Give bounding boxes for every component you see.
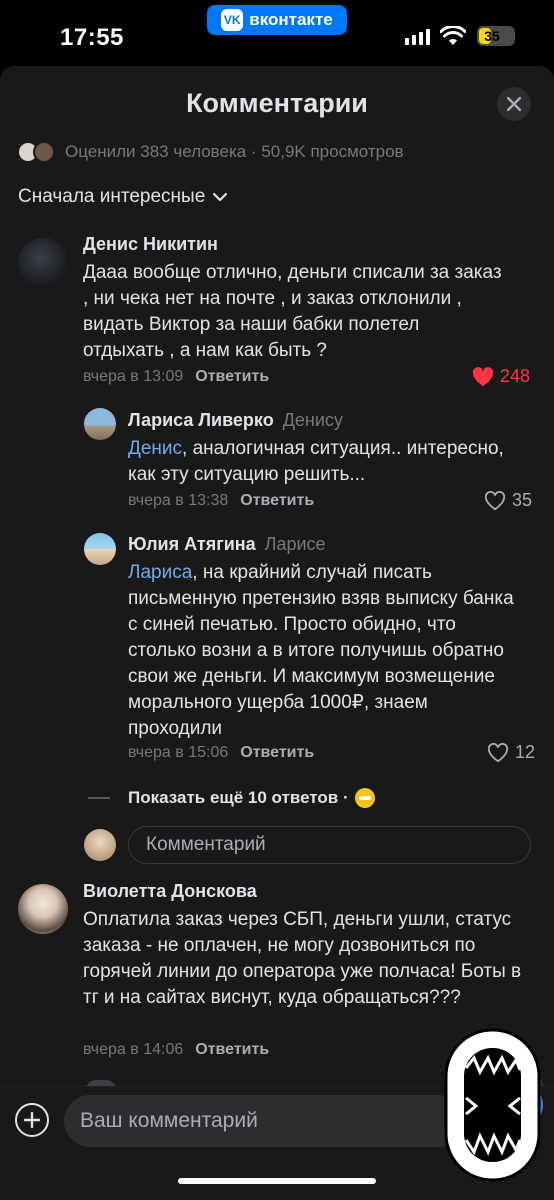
reply-button[interactable]: Ответить [240,744,314,762]
reply-to-name[interactable]: Денису [283,410,343,430]
comment-body: , на крайний случай писать письменную пр… [128,562,514,739]
wifi-icon [440,26,466,45]
mention-link[interactable]: Денис [128,438,182,459]
attach-button[interactable] [15,1103,49,1137]
monster-sticker-icon [444,1028,541,1182]
sort-label: Сначала интересные [18,186,206,207]
comment-text: Лариса, на крайний случай писать письмен… [128,560,518,742]
page-title: Комментарии [186,88,368,118]
avatar[interactable] [84,533,116,565]
heart-outline-icon [484,490,506,510]
reply-to-name[interactable]: Ларисе [265,534,326,554]
likes-summary[interactable]: Оценили 383 человека · 50,9K просмотров [17,140,404,164]
plus-icon [24,1112,40,1128]
inline-comment-input[interactable]: Комментарий [128,826,531,864]
comment-text: Дааа вообще отлично, деньги списали за з… [83,262,502,361]
home-indicator [178,1178,376,1184]
comment-text: Денис, аналогичная ситуация.. интересно,… [128,436,528,488]
avatar[interactable] [18,884,68,934]
like-count: 248 [500,366,531,386]
liker-avatar [33,141,55,163]
comment-time: вчера в 13:09 [83,368,184,385]
comment-author[interactable]: Денис Никитин [83,234,218,254]
heart-filled-icon [472,366,494,386]
like-count: 35 [512,490,533,510]
show-more-label: Показать ещё 10 ответов · [128,788,349,807]
heart-outline-icon [487,742,509,762]
comment-author-line: Юлия Атягина Ларисе [128,534,326,555]
like-button[interactable]: 35 [484,490,532,511]
vk-app-name: вконтакте [249,10,333,29]
avatar[interactable] [18,238,68,288]
battery-icon: 35 [477,26,515,46]
reply-button[interactable]: Ответить [195,368,269,386]
my-avatar [84,829,116,861]
status-time: 17:55 [60,24,124,51]
like-button[interactable]: 12 [487,742,535,763]
avatar[interactable] [84,408,116,440]
comment-text: Оплатила заказ через СБП, деньги ушли, с… [83,909,522,1008]
comment-time: вчера в 14:06 [83,1041,184,1058]
battery-percent: 35 [484,28,500,44]
thread-dash [88,797,110,799]
comment-time: вчера в 13:38 [128,492,229,509]
comment-author[interactable]: Лариса Ливерко [128,410,274,430]
comment-meta: вчера в 14:06 Ответить [83,1041,269,1059]
like-count: 12 [515,742,536,762]
close-button[interactable] [497,87,531,121]
like-button[interactable]: 248 [472,366,530,387]
grimace-emoji-icon [354,788,375,808]
show-more-replies[interactable]: Показать ещё 10 ответов · [88,788,375,808]
chevron-down-icon [213,192,228,201]
vk-app-pill[interactable]: VK вконтакте [207,5,347,35]
comment-author-line: Виолетта Донскова [83,881,257,902]
comment-meta: вчера в 13:09 Ответить [83,368,269,386]
close-icon [507,97,521,111]
reply-button[interactable]: Ответить [195,1041,269,1059]
comment-author[interactable]: Виолетта Донскова [83,881,257,901]
mention-link[interactable]: Лариса [128,562,192,583]
comment-meta: вчера в 15:06 Ответить [128,744,314,762]
comment-time: вчера в 15:06 [128,744,229,761]
comment-author[interactable]: Юлия Атягина [128,534,256,554]
sort-dropdown[interactable]: Сначала интересные [18,186,228,208]
status-bar: 17:55 VK вконтакте 35 [0,0,554,70]
reply-button[interactable]: Ответить [240,492,314,510]
vk-logo-icon: VK [221,9,244,31]
comment-input[interactable]: Ваш комментарий [64,1095,464,1147]
comment-body: , аналогичная ситуация.. интересно, как … [128,438,504,485]
likes-views-text: Оценили 383 человека · 50,9K просмотров [65,142,404,161]
comment-meta: вчера в 13:38 Ответить [128,492,314,510]
comment-author-line: Лариса Ливерко Денису [128,410,343,431]
signal-icon [405,29,430,45]
comment-author-line: Денис Никитин [83,234,218,255]
